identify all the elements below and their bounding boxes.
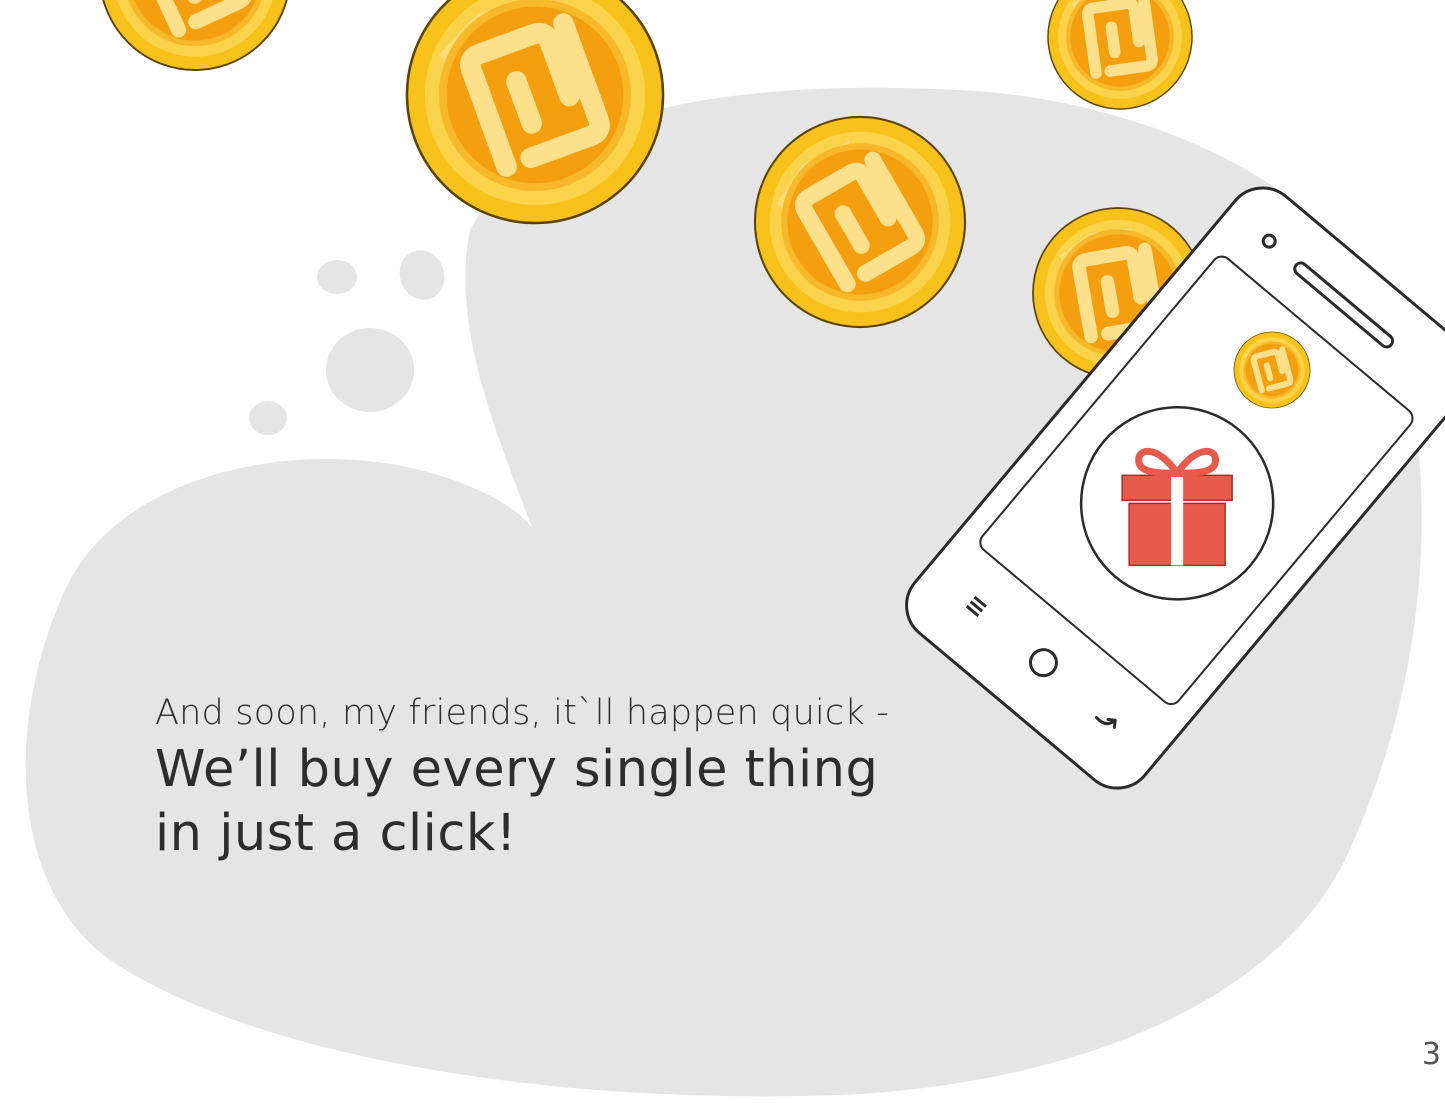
droplet (249, 401, 287, 435)
droplet (399, 250, 445, 300)
coin-icon (69, 0, 321, 101)
page-illustration (25, 0, 1445, 1097)
page-number: 3 (1421, 1037, 1441, 1072)
verse-line-3: in just a click! (155, 804, 517, 863)
coin-icon (1039, 0, 1202, 118)
droplet (317, 260, 357, 294)
verse-line-2: We’ll buy every single thing (155, 740, 879, 799)
verse-line-1: And soon, my friends, it`ll happen quick… (155, 693, 889, 733)
verse-text: And soon, my friends, it`ll happen quick… (155, 688, 889, 866)
droplet (326, 328, 414, 412)
book-page: And soon, my friends, it`ll happen quick… (0, 0, 1445, 1103)
gift-icon (1121, 447, 1233, 567)
